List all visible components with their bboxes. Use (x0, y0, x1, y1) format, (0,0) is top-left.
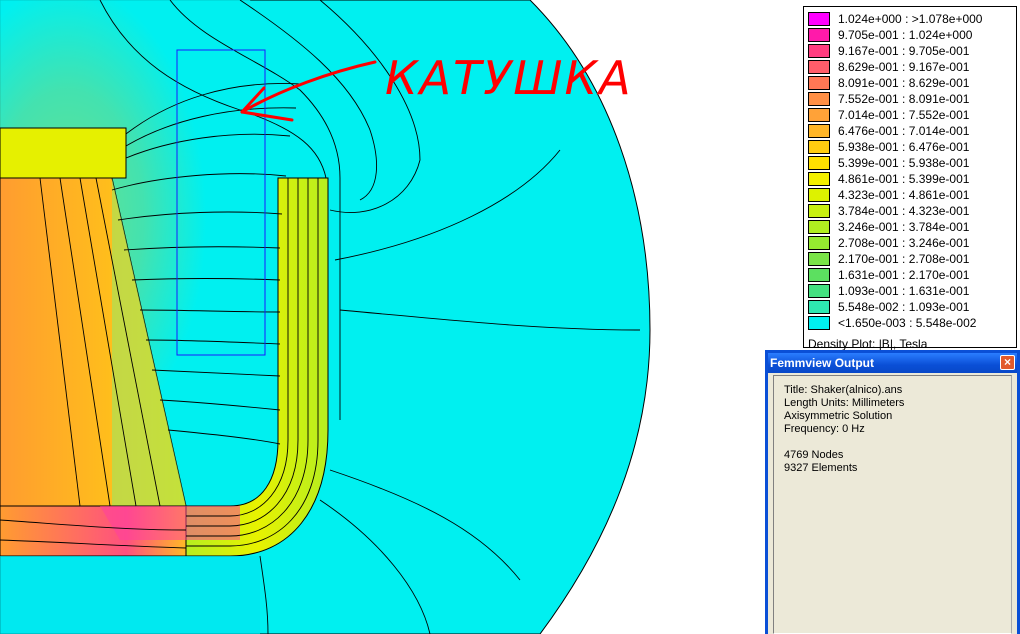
legend-swatch (808, 300, 830, 314)
legend-swatch (808, 44, 830, 58)
legend-range-label: 9.167e-001 : 9.705e-001 (838, 44, 970, 58)
legend-entry: 2.170e-001 : 2.708e-001 (808, 251, 969, 267)
density-plot[interactable]: КАТУШКА (0, 0, 760, 634)
output-line: Axisymmetric Solution (784, 410, 893, 422)
legend-range-label: 3.246e-001 : 3.784e-001 (838, 220, 970, 234)
legend-range-label: 4.323e-001 : 4.861e-001 (838, 188, 970, 202)
output-line: Frequency: 0 Hz (784, 423, 865, 435)
legend-range-label: 2.170e-001 : 2.708e-001 (838, 252, 970, 266)
legend-range-label: 9.705e-001 : 1.024e+000 (838, 28, 973, 42)
femmview-output-window[interactable]: Femmview Output × Title: Shaker(alnico).… (765, 350, 1020, 634)
legend-entry: <1.650e-003 : 5.548e-002 (808, 315, 976, 331)
legend-swatch (808, 220, 830, 234)
legend-swatch (808, 188, 830, 202)
legend-range-label: 1.024e+000 : >1.078e+000 (838, 12, 983, 26)
legend-entry: 3.784e-001 : 4.323e-001 (808, 203, 969, 219)
output-line: 4769 Nodes (784, 449, 844, 461)
output-line: Length Units: Millimeters (784, 397, 905, 409)
legend-swatch (808, 108, 830, 122)
legend-swatch (808, 12, 830, 26)
legend-range-label: 5.938e-001 : 6.476e-001 (838, 140, 970, 154)
legend-caption: Density Plot: |B|, Tesla (808, 337, 928, 351)
legend-swatch (808, 172, 830, 186)
legend-swatch (808, 204, 830, 218)
legend-entry: 5.938e-001 : 6.476e-001 (808, 139, 969, 155)
legend-entry: 9.705e-001 : 1.024e+000 (808, 27, 972, 43)
yoke-hotspot (100, 506, 240, 540)
legend-swatch (808, 60, 830, 74)
legend-entry: 6.476e-001 : 7.014e-001 (808, 123, 969, 139)
base-strip (0, 556, 260, 634)
legend-range-label: 8.629e-001 : 9.167e-001 (838, 60, 970, 74)
legend-entry: 9.167e-001 : 9.705e-001 (808, 43, 969, 59)
legend-entry: 5.399e-001 : 5.938e-001 (808, 155, 969, 171)
legend-swatch (808, 284, 830, 298)
legend-entry: 2.708e-001 : 3.246e-001 (808, 235, 969, 251)
legend-swatch (808, 236, 830, 250)
output-line: Title: Shaker(alnico).ans (784, 384, 903, 396)
color-legend: 1.024e+000 : >1.078e+000 9.705e-001 : 1.0… (803, 6, 1017, 351)
legend-entry: 5.548e-002 : 1.093e-001 (808, 299, 969, 315)
legend-range-label: 1.093e-001 : 1.631e-001 (838, 284, 970, 298)
legend-swatch (808, 76, 830, 90)
legend-swatch (808, 268, 830, 282)
legend-entry: 7.552e-001 : 8.091e-001 (808, 91, 969, 107)
legend-range-label: 1.631e-001 : 2.170e-001 (838, 268, 970, 282)
legend-range-label: 3.784e-001 : 4.323e-001 (838, 204, 970, 218)
legend-range-label: 4.861e-001 : 5.399e-001 (838, 172, 970, 186)
legend-swatch (808, 316, 830, 330)
legend-entry: 7.014e-001 : 7.552e-001 (808, 107, 969, 123)
output-text-panel: Title: Shaker(alnico).ans Length Units: M… (773, 375, 1012, 634)
legend-entry: 1.024e+000 : >1.078e+000 (808, 11, 982, 27)
legend-swatch (808, 124, 830, 138)
legend-entry: 1.631e-001 : 2.170e-001 (808, 267, 969, 283)
output-line: 9327 Elements (784, 462, 858, 474)
legend-swatch (808, 28, 830, 42)
legend-swatch (808, 156, 830, 170)
legend-entry: 8.091e-001 : 8.629e-001 (808, 75, 969, 91)
density-plot-svg: КАТУШКА (0, 0, 651, 634)
legend-entry: 8.629e-001 : 9.167e-001 (808, 59, 969, 75)
legend-swatch (808, 92, 830, 106)
legend-entry: 4.323e-001 : 4.861e-001 (808, 187, 969, 203)
output-window-titlebar[interactable]: Femmview Output × (768, 353, 1017, 373)
output-window-title: Femmview Output (770, 356, 875, 370)
legend-range-label: 7.014e-001 : 7.552e-001 (838, 108, 970, 122)
legend-range-label: 6.476e-001 : 7.014e-001 (838, 124, 970, 138)
annotation-label: КАТУШКА (385, 51, 633, 105)
legend-range-label: <1.650e-003 : 5.548e-002 (838, 316, 977, 330)
legend-range-label: 5.399e-001 : 5.938e-001 (838, 156, 970, 170)
legend-range-label: 5.548e-002 : 1.093e-001 (838, 300, 970, 314)
legend-range-label: 8.091e-001 : 8.629e-001 (838, 76, 970, 90)
legend-range-label: 2.708e-001 : 3.246e-001 (838, 236, 970, 250)
legend-swatch (808, 252, 830, 266)
pole-plate (0, 127, 127, 179)
legend-entry: 3.246e-001 : 3.784e-001 (808, 219, 969, 235)
legend-entry: 4.861e-001 : 5.399e-001 (808, 171, 969, 187)
close-icon[interactable]: × (1000, 355, 1015, 370)
legend-range-label: 7.552e-001 : 8.091e-001 (838, 92, 970, 106)
legend-swatch (808, 140, 830, 154)
legend-entry: 1.093e-001 : 1.631e-001 (808, 283, 969, 299)
